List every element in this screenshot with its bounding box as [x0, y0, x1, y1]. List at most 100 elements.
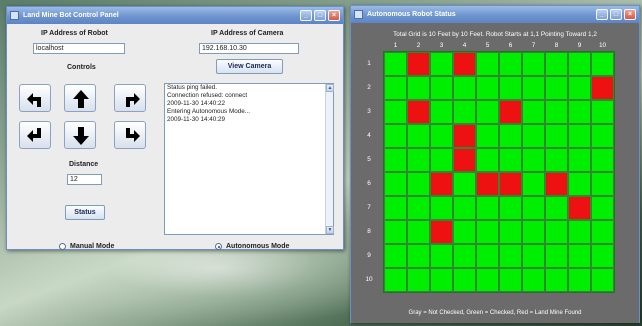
control-panel-titlebar[interactable]: Land Mine Bot Control Panel _ □ × — [7, 7, 343, 24]
manual-mode-radio[interactable]: Manual Mode — [59, 243, 114, 250]
checked-cell — [591, 124, 614, 148]
scroll-down-icon[interactable]: ▼ — [326, 226, 334, 234]
column-number: 8 — [554, 42, 559, 49]
status-log[interactable]: Status ping failed. Connection refused: c… — [164, 83, 334, 235]
checked-cell — [522, 220, 545, 244]
checked-cell — [522, 196, 545, 220]
turn-right-button[interactable] — [114, 84, 146, 112]
checked-cell — [591, 148, 614, 172]
column-number: 1 — [393, 42, 398, 49]
checked-cell — [522, 172, 545, 196]
back-right-button[interactable] — [114, 121, 146, 149]
checked-cell — [407, 76, 430, 100]
checked-cell — [476, 220, 499, 244]
mine-cell — [453, 148, 476, 172]
row-number: 4 — [367, 132, 371, 139]
turn-left-button[interactable] — [19, 84, 51, 112]
minimize-icon[interactable]: _ — [300, 10, 312, 21]
checked-cell — [430, 124, 453, 148]
checked-cell — [384, 148, 407, 172]
close-icon[interactable]: × — [328, 10, 340, 21]
distance-label: Distance — [69, 161, 99, 168]
checked-cell — [384, 100, 407, 124]
checked-cell — [545, 52, 568, 76]
grid-legend: Gray = Not Checked, Green = Checked, Red… — [408, 310, 582, 316]
distance-input[interactable]: 12 — [67, 174, 102, 185]
mine-cell — [476, 172, 499, 196]
controls-label: Controls — [67, 64, 96, 71]
backward-button[interactable] — [64, 121, 96, 149]
checked-cell — [522, 100, 545, 124]
checked-cell — [476, 148, 499, 172]
checked-cell — [453, 100, 476, 124]
camera-ip-input[interactable]: 192.168.10.30 — [199, 43, 299, 54]
checked-cell — [499, 148, 522, 172]
checked-cell — [430, 52, 453, 76]
scroll-up-icon[interactable]: ▲ — [326, 84, 334, 92]
radio-button-icon[interactable] — [59, 243, 66, 250]
checked-cell — [522, 76, 545, 100]
mine-cell — [591, 76, 614, 100]
column-number: 5 — [485, 42, 490, 49]
autonomous-mode-label: Autonomous Mode — [226, 243, 290, 250]
checked-cell — [499, 76, 522, 100]
checked-cell — [430, 268, 453, 292]
window-title: Autonomous Robot Status — [367, 11, 456, 18]
app-icon — [354, 10, 363, 19]
view-camera-button[interactable]: View Camera — [216, 59, 283, 74]
back-left-button[interactable] — [19, 121, 51, 149]
column-number: 2 — [416, 42, 421, 49]
checked-cell — [545, 100, 568, 124]
checked-cell — [476, 196, 499, 220]
log-line: Entering Autonomous Mode... — [167, 108, 250, 115]
checked-cell — [499, 268, 522, 292]
robot-status-titlebar[interactable]: Autonomous Robot Status _ □ × — [351, 6, 639, 23]
back-left-icon — [27, 128, 41, 142]
checked-cell — [384, 220, 407, 244]
checked-cell — [591, 52, 614, 76]
checked-cell — [499, 220, 522, 244]
checked-cell — [545, 268, 568, 292]
radio-button-icon[interactable] — [215, 243, 222, 250]
log-line: Connection refused: connect — [167, 92, 248, 99]
checked-cell — [407, 148, 430, 172]
row-number: 9 — [367, 252, 371, 259]
control-panel-body: IP Address of Robot localhost IP Address… — [7, 24, 343, 250]
checked-cell — [499, 196, 522, 220]
maximize-icon[interactable]: □ — [314, 10, 326, 21]
mine-cell — [568, 196, 591, 220]
maximize-icon[interactable]: □ — [610, 9, 622, 20]
checked-cell — [568, 76, 591, 100]
log-line: 2009-11-30 14:40:22 — [167, 100, 226, 107]
checked-cell — [591, 220, 614, 244]
robot-ip-label: IP Address of Robot — [41, 30, 108, 37]
checked-cell — [430, 244, 453, 268]
checked-cell — [568, 100, 591, 124]
autonomous-mode-radio[interactable]: Autonomous Mode — [215, 243, 289, 250]
checked-cell — [522, 124, 545, 148]
checked-cell — [476, 52, 499, 76]
status-button[interactable]: Status — [65, 205, 105, 220]
column-number: 7 — [531, 42, 536, 49]
row-number: 1 — [367, 60, 371, 67]
window-title: Land Mine Bot Control Panel — [23, 12, 119, 19]
mine-cell — [499, 172, 522, 196]
minimize-icon[interactable]: _ — [596, 9, 608, 20]
row-number: 6 — [367, 180, 371, 187]
log-scrollbar[interactable]: ▲ ▼ — [325, 84, 334, 234]
checked-cell — [476, 244, 499, 268]
checked-cell — [591, 100, 614, 124]
grid-heading: Total Grid is 10 Feet by 10 Feet. Robot … — [393, 31, 597, 38]
checked-cell — [407, 244, 430, 268]
checked-cell — [384, 172, 407, 196]
row-number: 8 — [367, 228, 371, 235]
grid-panel: Total Grid is 10 Feet by 10 Feet. Robot … — [351, 23, 639, 323]
robot-ip-input[interactable]: localhost — [33, 43, 125, 54]
close-icon[interactable]: × — [624, 9, 636, 20]
checked-cell — [407, 124, 430, 148]
row-number: 2 — [367, 84, 371, 91]
forward-button[interactable] — [64, 84, 96, 112]
checked-cell — [407, 172, 430, 196]
backward-icon — [73, 127, 89, 145]
checked-cell — [522, 244, 545, 268]
